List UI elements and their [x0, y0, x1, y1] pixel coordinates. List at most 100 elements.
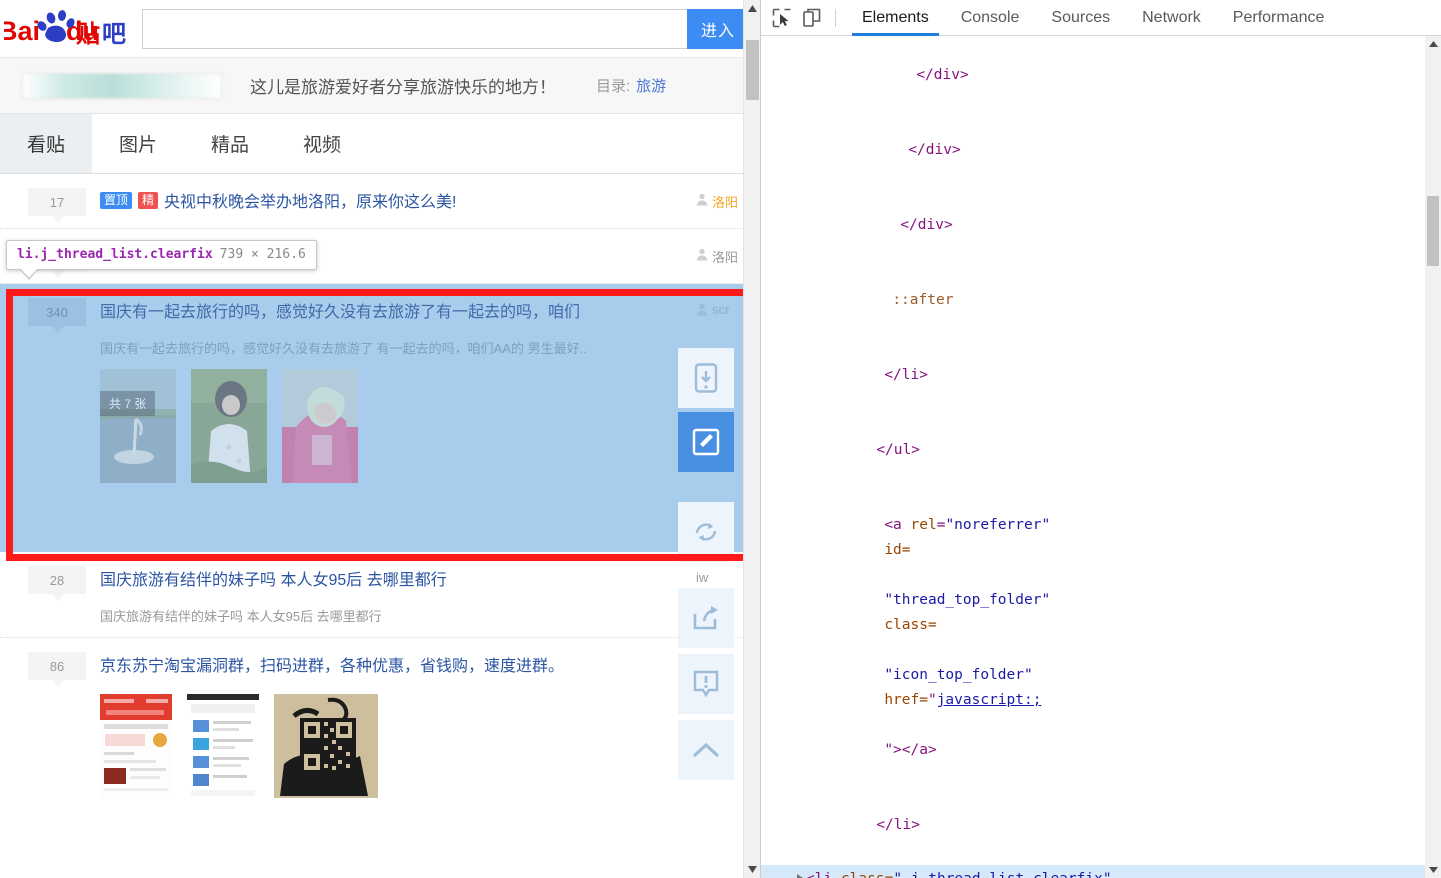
- dom-line-close-li[interactable]: </li>: [761, 338, 1425, 413]
- forum-catalog-link[interactable]: 旅游: [636, 78, 666, 95]
- dom-text: "></a>: [884, 742, 937, 758]
- reply-count: 28: [28, 566, 86, 601]
- author-name: 洛阳: [712, 250, 739, 265]
- dom-node-selected-li[interactable]: … <li class=" j_thread_list clearfix" da…: [761, 865, 1425, 878]
- device-toolbar-icon[interactable]: [797, 4, 827, 32]
- devtools-tab-bar: Elements Console Sources Network Perform…: [846, 0, 1340, 36]
- dom-text: </li>: [876, 817, 920, 833]
- thumbnail-image[interactable]: 共 7 张: [100, 369, 176, 483]
- reply-count: 17: [28, 188, 86, 223]
- share-icon[interactable]: [678, 588, 734, 648]
- forum-avatar-banner: [22, 72, 222, 99]
- baidu-tieba-logo[interactable]: Bai du 贴 吧: [2, 5, 140, 53]
- dom-ellipsis[interactable]: …: [767, 867, 776, 878]
- compose-post-icon[interactable]: [678, 412, 734, 472]
- devtools-scroll-up-icon[interactable]: [1425, 36, 1441, 52]
- thumbnail-count-label: 共 7 张: [100, 391, 156, 416]
- dom-text: class=: [884, 617, 937, 633]
- thread-content: 京东苏宁淘宝漏洞群，扫码进群，各种优惠，省钱购，速度进群。: [100, 652, 696, 798]
- search-area: 进入: [142, 8, 760, 49]
- tab-kantie[interactable]: 看贴: [0, 114, 92, 173]
- refresh-icon[interactable]: [678, 502, 734, 562]
- thread-content: 国庆旅游有结伴的妹子吗 本人女95后 去哪里都行 国庆旅游有结伴的妹子吗 本人女…: [100, 566, 696, 625]
- dom-text: </div>: [916, 67, 969, 83]
- badge-top: 置顶: [100, 191, 133, 209]
- table-row-selected[interactable]: 340 国庆有一起去旅行的吗，感觉好久没有去旅游了有一起去的吗，咱们 国庆有一起…: [0, 284, 760, 552]
- dom-tree-view[interactable]: </div> </div> </div> ::after </li> </ul>: [761, 36, 1441, 878]
- inspect-element-icon[interactable]: [767, 4, 797, 32]
- dom-tree-scroller: </div> </div> </div> ::after </li> </ul>: [761, 36, 1425, 878]
- forum-catalog: 目录: 旅游: [596, 75, 666, 96]
- thread-title-link[interactable]: 央视中秋晚会举办地洛阳，原来你这么美!: [164, 188, 456, 212]
- dom-line-close-li[interactable]: </li>: [761, 788, 1425, 863]
- person-icon: [696, 248, 708, 261]
- thread-abstract: 国庆旅游有结伴的妹子吗 本人女95后 去哪里都行: [100, 609, 382, 624]
- dom-text: "thread_top_folder": [884, 592, 1051, 608]
- person-icon: [696, 193, 708, 206]
- forum-slogan: 这儿是旅游爱好者分享旅游快乐的地方！: [250, 78, 556, 97]
- thread-title-link[interactable]: 国庆旅游有结伴的妹子吗 本人女95后 去哪里都行: [100, 566, 447, 590]
- reply-count: 86: [28, 652, 86, 687]
- thumbnail-image[interactable]: [187, 694, 259, 798]
- dom-text: ::after: [892, 292, 954, 308]
- tab-jingpin[interactable]: 精品: [184, 114, 276, 173]
- dom-text: id=: [884, 542, 911, 558]
- scroll-down-arrow-icon[interactable]: [744, 861, 760, 878]
- thumbnail-image[interactable]: [100, 694, 172, 798]
- dom-href-link[interactable]: javascript:;: [937, 692, 1042, 708]
- qr-code-thumbnail[interactable]: [274, 694, 378, 798]
- dom-text: class=: [841, 871, 893, 878]
- thread-thumbnails: [100, 694, 686, 798]
- devtools-panel: Elements Console Sources Network Perform…: [760, 0, 1441, 878]
- page-scrollbar-thumb[interactable]: [746, 40, 759, 100]
- dom-line-close-div[interactable]: </div>: [761, 188, 1425, 263]
- tab-tupian[interactable]: 图片: [92, 114, 184, 173]
- dom-line-close-div[interactable]: </div>: [761, 113, 1425, 188]
- table-row[interactable]: 17 置顶 精 央视中秋晚会举办地洛阳，原来你这么美! 洛阳: [0, 174, 760, 229]
- scroll-to-top-icon[interactable]: [678, 720, 734, 780]
- person-icon: [696, 303, 708, 316]
- mobile-download-icon[interactable]: [678, 348, 734, 408]
- table-row[interactable]: 86 京东苏宁淘宝漏洞群，扫码进群，各种优惠，省钱购，速度进群。: [0, 638, 760, 810]
- dom-line-close-div[interactable]: </div>: [761, 38, 1425, 113]
- svg-text:吧: 吧: [102, 21, 126, 48]
- search-input[interactable]: [142, 8, 687, 49]
- tooltip-selector: li.j_thread_list.clearfix: [17, 247, 213, 262]
- report-icon[interactable]: [678, 654, 734, 714]
- tab-sources[interactable]: Sources: [1035, 0, 1126, 36]
- tab-performance[interactable]: Performance: [1217, 0, 1341, 36]
- forum-catalog-label: 目录:: [596, 78, 631, 95]
- thread-content: 置顶 精 央视中秋晚会举办地洛阳，原来你这么美!: [100, 188, 696, 216]
- thumbnail-image[interactable]: [282, 369, 358, 483]
- tieba-top-bar: Bai du 贴 吧 进入: [0, 0, 760, 58]
- thread-abstract: 国庆有一起去旅行的吗，感觉好久没有去旅游了 有一起去的吗，咱们AA的 男生最好.…: [100, 341, 587, 356]
- tab-network[interactable]: Network: [1126, 0, 1217, 36]
- tab-shipin[interactable]: 视频: [276, 114, 368, 173]
- thread-thumbnails: 共 7 张: [100, 369, 686, 483]
- dom-text: </div>: [908, 142, 961, 158]
- expand-triangle-icon[interactable]: [797, 874, 803, 878]
- devtools-toolbar: Elements Console Sources Network Perform…: [761, 0, 1441, 36]
- inspector-tooltip: li.j_thread_list.clearfix 739 × 216.6: [6, 240, 317, 280]
- dom-line-close-ul[interactable]: </ul>: [761, 413, 1425, 488]
- devtools-scrollbar-thumb[interactable]: [1427, 196, 1439, 266]
- dom-line-pseudo-after[interactable]: ::after: [761, 263, 1425, 338]
- table-row[interactable]: 28 国庆旅游有结伴的妹子吗 本人女95后 去哪里都行 国庆旅游有结伴的妹子吗 …: [0, 552, 760, 638]
- devtools-scrollbar[interactable]: [1425, 36, 1441, 878]
- dom-text: </li>: [884, 367, 928, 383]
- devtools-scroll-down-icon[interactable]: [1425, 862, 1441, 878]
- thread-title-link[interactable]: 国庆有一起去旅行的吗，感觉好久没有去旅游了有一起去的吗，咱们: [100, 298, 580, 322]
- svg-text:贴: 贴: [76, 21, 100, 48]
- dom-class-value: " j_thread_list clearfix": [893, 871, 1112, 878]
- scroll-up-arrow-icon[interactable]: [744, 0, 760, 17]
- tab-elements[interactable]: Elements: [846, 0, 945, 36]
- tab-console[interactable]: Console: [945, 0, 1036, 36]
- page-scrollbar[interactable]: [743, 0, 760, 878]
- badge-good: 精: [138, 191, 159, 209]
- dom-text: href=: [884, 692, 928, 708]
- dom-text: <a: [884, 517, 902, 533]
- dom-node-anchor[interactable]: <a rel="noreferrer" id= "thread_top_fold…: [761, 488, 1425, 788]
- dom-text: "noreferrer": [945, 517, 1051, 533]
- thumbnail-image[interactable]: [191, 369, 267, 483]
- thread-title-link[interactable]: 京东苏宁淘宝漏洞群，扫码进群，各种优惠，省钱购，速度进群。: [100, 652, 564, 676]
